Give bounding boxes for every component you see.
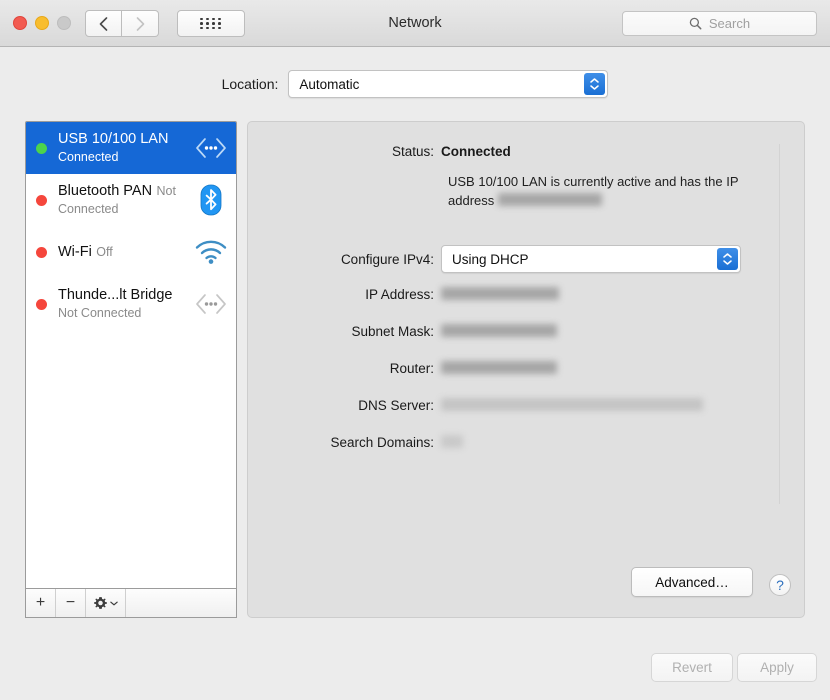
configure-ipv4-row: Configure IPv4: Using DHCP [248, 245, 741, 273]
location-row: Location: Automatic [0, 70, 830, 98]
add-service-button[interactable]: + [26, 589, 56, 617]
service-name: USB 10/100 LAN [58, 131, 169, 147]
status-dot [36, 142, 47, 154]
service-row-usb-lan[interactable]: USB 10/100 LAN Connected [26, 122, 236, 174]
panel-divider [779, 144, 780, 504]
network-preferences-window: Network Search Location: Automatic USB 1… [0, 0, 830, 700]
location-label: Location: [221, 76, 279, 92]
dns-server-row: DNS Server: [248, 398, 703, 413]
chevron-up-icon [723, 253, 732, 258]
chevron-down-icon [723, 260, 732, 265]
service-name: Wi-Fi [58, 244, 92, 260]
router-label: Router: [389, 361, 434, 376]
location-selected-value: Automatic [299, 76, 360, 92]
search-field[interactable]: Search [622, 11, 817, 36]
configure-ipv4-stepper-arrows[interactable] [717, 248, 738, 270]
chevron-up-icon [590, 78, 600, 83]
help-button[interactable]: ? [769, 574, 791, 596]
search-domains-value [441, 435, 463, 450]
configure-ipv4-label: Configure IPv4: [340, 251, 434, 267]
subnet-mask-row: Subnet Mask: [248, 324, 557, 339]
dns-server-value [441, 398, 703, 413]
action-menu-button[interactable] [86, 589, 126, 617]
status-dot [36, 298, 47, 310]
configure-ipv4-selected-value: Using DHCP [452, 251, 529, 267]
search-domains-label: Search Domains: [330, 435, 434, 450]
status-dot [36, 246, 47, 258]
service-row-thunderbolt-bridge[interactable]: Thunde...lt Bridge Not Connected [26, 278, 236, 330]
services-toolbar: + − [25, 588, 237, 618]
redacted-value [441, 435, 463, 448]
chevron-down-icon [590, 85, 600, 90]
service-status: Off [96, 245, 113, 259]
status-label: Status: [391, 144, 434, 159]
router-row: Router: [248, 361, 557, 376]
ip-address-row: IP Address: [248, 287, 559, 302]
status-row: Status: Connected [248, 144, 511, 159]
status-dot [36, 194, 47, 206]
chevron-down-icon [110, 601, 118, 605]
search-placeholder: Search [708, 16, 751, 31]
service-name: Thunde...lt Bridge [58, 287, 173, 303]
service-name: Bluetooth PAN [58, 183, 153, 199]
location-dropdown[interactable]: Automatic [288, 70, 609, 98]
ethernet-icon [190, 128, 232, 168]
service-status: Connected [58, 150, 119, 164]
service-status: Not Connected [58, 306, 142, 320]
service-row-wifi[interactable]: Wi-Fi Off [26, 226, 236, 278]
gear-icon [94, 596, 107, 609]
redacted-value [441, 398, 703, 411]
redacted-ip-address [497, 193, 602, 206]
redacted-value [441, 361, 557, 374]
search-domains-row: Search Domains: [248, 435, 463, 450]
service-detail-panel: Status: Connected USB 10/100 LAN is curr… [247, 121, 805, 618]
status-description: USB 10/100 LAN is currently active and h… [448, 172, 778, 210]
redacted-value [441, 287, 559, 300]
bluetooth-icon [190, 180, 232, 220]
search-icon [689, 17, 702, 30]
network-services-list[interactable]: USB 10/100 LAN Connected Bluetooth PAN N… [25, 121, 237, 618]
subnet-mask-value [441, 324, 557, 339]
location-stepper-arrows[interactable] [584, 73, 606, 95]
redacted-value [441, 324, 557, 337]
titlebar: Network Search [0, 0, 830, 47]
ethernet-icon [190, 284, 232, 324]
ip-address-value [441, 287, 559, 302]
dns-server-label: DNS Server: [358, 398, 434, 413]
ip-address-label: IP Address: [365, 287, 434, 302]
status-value: Connected [441, 144, 511, 159]
subnet-mask-label: Subnet Mask: [351, 324, 434, 339]
revert-button[interactable]: Revert [651, 653, 733, 682]
configure-ipv4-dropdown[interactable]: Using DHCP [441, 245, 741, 273]
service-row-bluetooth-pan[interactable]: Bluetooth PAN Not Connected [26, 174, 236, 226]
wifi-icon [190, 232, 232, 272]
advanced-button[interactable]: Advanced… [631, 567, 753, 597]
router-value [441, 361, 557, 376]
remove-service-button[interactable]: − [56, 589, 86, 617]
apply-button[interactable]: Apply [737, 653, 817, 682]
